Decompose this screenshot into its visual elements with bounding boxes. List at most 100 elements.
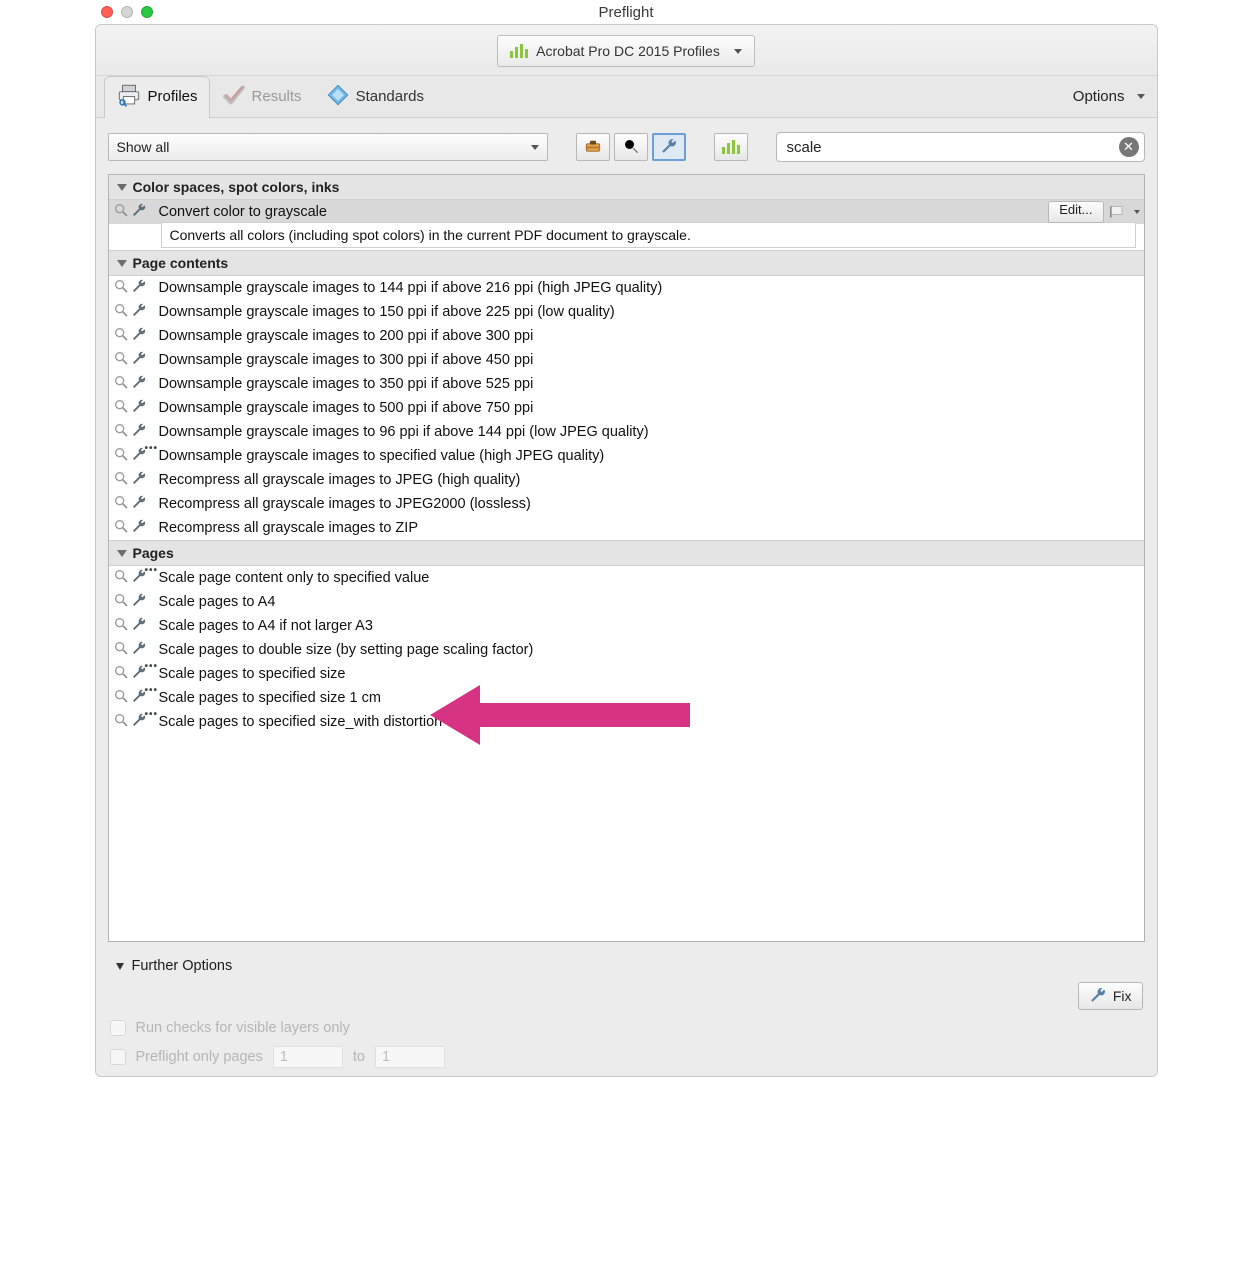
page-to-input: 1 — [375, 1046, 445, 1068]
clear-search-button[interactable]: ✕ — [1119, 137, 1139, 157]
tab-profiles-label: Profiles — [148, 88, 198, 105]
fixup-label: Scale pages to specified size — [159, 666, 1140, 682]
chevron-down-icon — [117, 260, 127, 267]
wrench-icon — [131, 640, 147, 660]
fixup-row[interactable]: Convert color to grayscaleEdit... — [109, 200, 1144, 224]
preflight-window: Acrobat Pro DC 2015 Profiles Profiles Re… — [95, 24, 1158, 1077]
checkbox-icon — [110, 1020, 126, 1036]
magnify-icon — [113, 616, 129, 636]
close-icon: ✕ — [1123, 139, 1134, 155]
group-title: Page contents — [133, 255, 229, 271]
fixup-row[interactable]: •••Scale pages to specified size_with di… — [109, 710, 1144, 734]
params-indicator-icon: ••• — [145, 709, 159, 720]
library-button[interactable] — [714, 133, 748, 161]
fixup-label: Downsample grayscale images to 350 ppi i… — [159, 376, 1140, 392]
titlebar: Preflight — [95, 0, 1158, 24]
wrench-icon — [131, 422, 147, 442]
fixup-row[interactable]: •••Scale pages to specified size 1 cm — [109, 686, 1144, 710]
profile-set-dropdown[interactable]: Acrobat Pro DC 2015 Profiles — [497, 35, 755, 67]
filter-label: Show all — [117, 139, 170, 155]
tab-standards[interactable]: Standards — [314, 76, 436, 118]
fixup-row[interactable]: Recompress all grayscale images to JPEG … — [109, 468, 1144, 492]
window-title: Preflight — [95, 4, 1158, 21]
magnify-icon — [113, 422, 129, 442]
bars-icon — [722, 140, 740, 154]
params-indicator-icon: ••• — [145, 685, 159, 696]
page-from-input: 1 — [273, 1046, 343, 1068]
chevron-down-icon — [117, 184, 127, 191]
run-checks-visible-layers: Run checks for visible layers only — [110, 1020, 1143, 1036]
check-icon — [222, 83, 246, 111]
fixup-row[interactable]: Downsample grayscale images to 150 ppi i… — [109, 300, 1144, 324]
flag-icon[interactable] — [1108, 203, 1128, 221]
fixup-label: Recompress all grayscale images to JPEG … — [159, 472, 1140, 488]
fixup-row[interactable]: Recompress all grayscale images to ZIP — [109, 516, 1144, 540]
fixup-row[interactable]: Recompress all grayscale images to JPEG2… — [109, 492, 1144, 516]
fixup-row[interactable]: Scale pages to A4 — [109, 590, 1144, 614]
wrench-icon — [131, 518, 147, 538]
options-menu[interactable]: Options — [1073, 88, 1145, 105]
to-label: to — [353, 1049, 365, 1065]
wrench-icon — [1089, 986, 1107, 1007]
group-title: Pages — [133, 545, 174, 561]
printer-icon — [116, 82, 142, 112]
inspect-mode-button[interactable] — [614, 133, 648, 161]
magnify-icon — [622, 137, 640, 158]
further-options-toggle[interactable]: Further Options — [96, 948, 1157, 974]
fixup-row[interactable]: Scale pages to double size (by setting p… — [109, 638, 1144, 662]
search-input[interactable] — [776, 132, 1145, 162]
fixup-description: Converts all colors (including spot colo… — [161, 222, 1136, 248]
edit-button[interactable]: Edit... — [1048, 201, 1103, 223]
magnify-icon — [113, 374, 129, 394]
group-header[interactable]: Color spaces, spot colors, inks — [109, 175, 1144, 200]
chevron-down-icon — [531, 145, 539, 150]
toolbox-mode-button[interactable] — [576, 133, 610, 161]
filter-dropdown[interactable]: Show all — [108, 133, 548, 161]
fixup-label: Downsample grayscale images to specified… — [159, 448, 1140, 464]
fixups-mode-button[interactable] — [652, 133, 686, 161]
fixup-label: Downsample grayscale images to 500 ppi i… — [159, 400, 1140, 416]
fixup-label: Scale pages to A4 if not larger A3 — [159, 618, 1140, 634]
fixup-label: Recompress all grayscale images to JPEG2… — [159, 496, 1140, 512]
params-indicator-icon: ••• — [145, 661, 159, 672]
chevron-down-icon — [116, 963, 124, 970]
fixup-row[interactable]: Downsample grayscale images to 144 ppi i… — [109, 276, 1144, 300]
fixup-row[interactable]: Downsample grayscale images to 200 ppi i… — [109, 324, 1144, 348]
wrench-icon — [131, 326, 147, 346]
magnify-icon — [113, 278, 129, 298]
wrench-icon — [131, 302, 147, 322]
fixup-row[interactable]: Downsample grayscale images to 350 ppi i… — [109, 372, 1144, 396]
fixup-row[interactable]: •••Scale pages to specified size — [109, 662, 1144, 686]
magnify-icon — [113, 712, 129, 732]
magnify-icon — [113, 640, 129, 660]
fixup-label: Scale pages to specified size_with disto… — [159, 714, 1140, 730]
wrench-icon — [131, 616, 147, 636]
fixup-label: Recompress all grayscale images to ZIP — [159, 520, 1140, 536]
preflight-pages-label: Preflight only pages — [136, 1049, 263, 1065]
fixup-row[interactable]: Downsample grayscale images to 500 ppi i… — [109, 396, 1144, 420]
params-indicator-icon: ••• — [145, 565, 159, 576]
magnify-icon — [113, 326, 129, 346]
fix-label: Fix — [1113, 988, 1132, 1004]
group-header[interactable]: Pages — [109, 540, 1144, 566]
fixup-row[interactable]: •••Downsample grayscale images to specif… — [109, 444, 1144, 468]
fixup-label: Scale pages to double size (by setting p… — [159, 642, 1140, 658]
fix-button[interactable]: Fix — [1078, 982, 1143, 1010]
fixup-label: Downsample grayscale images to 96 ppi if… — [159, 424, 1140, 440]
chevron-down-icon — [734, 49, 742, 54]
wrench-icon — [131, 592, 147, 612]
fixup-row[interactable]: Downsample grayscale images to 96 ppi if… — [109, 420, 1144, 444]
tab-profiles[interactable]: Profiles — [104, 76, 210, 118]
group-header[interactable]: Page contents — [109, 250, 1144, 276]
magnify-icon — [113, 494, 129, 514]
wrench-icon — [131, 350, 147, 370]
fixup-row[interactable]: Downsample grayscale images to 300 ppi i… — [109, 348, 1144, 372]
fixups-list[interactable]: Color spaces, spot colors, inksConvert c… — [108, 174, 1145, 942]
chevron-down-icon — [117, 550, 127, 557]
magnify-icon — [113, 518, 129, 538]
fixup-label: Downsample grayscale images to 200 ppi i… — [159, 328, 1140, 344]
fixup-row[interactable]: Scale pages to A4 if not larger A3 — [109, 614, 1144, 638]
preflight-only-pages: Preflight only pages 1 to 1 — [110, 1046, 1143, 1068]
further-options-label: Further Options — [132, 958, 233, 974]
fixup-row[interactable]: •••Scale page content only to specified … — [109, 566, 1144, 590]
